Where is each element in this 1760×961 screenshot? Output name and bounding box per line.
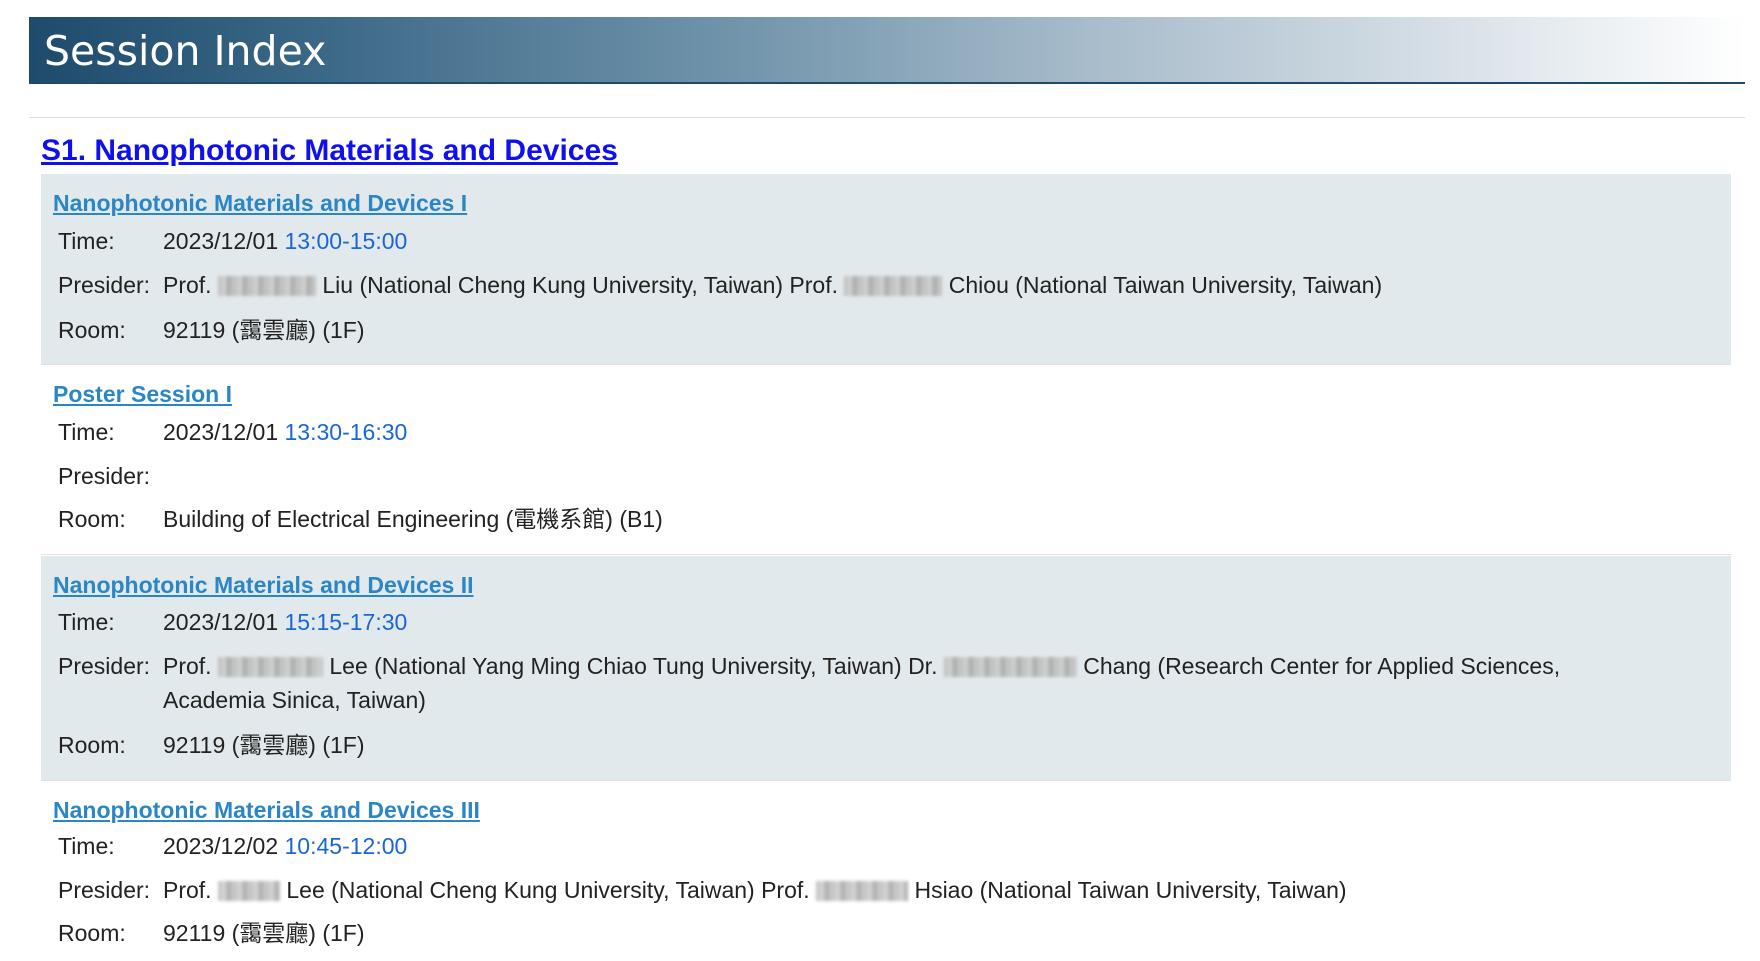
session-block: Poster Session I Time: 2023/12/01 13:30-… (41, 366, 1731, 555)
presider-value: Prof. Lee (National Yang Ming Chiao Tung… (163, 653, 1561, 713)
room-row: Room: 92119 (靄雲廳) (1F) (58, 916, 365, 950)
session-date: 2023/12/01 (163, 419, 279, 445)
time-row: Time: 2023/12/01 13:00-15:00 (58, 224, 407, 258)
presider-row: Presider: Prof. Lee (National Yang Ming … (58, 649, 1560, 713)
time-value: 2023/12/02 10:45-12:00 (163, 829, 407, 863)
page-title: Session Index (44, 27, 327, 75)
room-value: 92119 (靄雲廳) (1F) (163, 317, 365, 343)
room-label: Room: (58, 506, 126, 532)
presider-row: Presider: Prof. Liu (National Cheng Kung… (58, 268, 1382, 302)
session-block: Nanophotonic Materials and Devices III T… (41, 782, 1731, 961)
time-label: Time: (58, 228, 115, 254)
session-title-link[interactable]: Nanophotonic Materials and Devices I (53, 189, 467, 217)
presider-row: Presider: Prof. Lee (National Cheng Kung… (58, 873, 1347, 907)
room-value: 92119 (靄雲廳) (1F) (163, 732, 365, 758)
session-block: Nanophotonic Materials and Devices I Tim… (41, 174, 1731, 365)
page-banner: Session Index (29, 17, 1745, 84)
room-row: Room: 92119 (靄雲廳) (1F) (58, 313, 365, 347)
time-value: 2023/12/01 15:15-17:30 (163, 605, 407, 639)
time-row: Time: 2023/12/01 15:15-17:30 (58, 605, 407, 639)
session-title-link[interactable]: Nanophotonic Materials and Devices II (53, 571, 474, 599)
session-date: 2023/12/01 (163, 228, 279, 254)
redacted-name (217, 881, 280, 901)
room-value: Building of Electrical Engineering (電機系館… (163, 506, 663, 532)
room-label: Room: (58, 920, 126, 946)
presider-value: Prof. Liu (National Cheng Kung Universit… (163, 272, 1383, 298)
session-time-range: 15:15-17:30 (284, 609, 408, 635)
redacted-name (943, 657, 1077, 677)
room-row: Room: Building of Electrical Engineering… (58, 502, 663, 536)
time-row: Time: 2023/12/01 13:30-16:30 (58, 415, 407, 449)
redacted-name (816, 881, 909, 901)
presider-row: Presider: (58, 459, 163, 493)
divider (29, 117, 1745, 118)
session-date: 2023/12/01 (163, 609, 279, 635)
room-label: Room: (58, 732, 126, 758)
presider-label: Presider: (58, 463, 151, 489)
session-title-link[interactable]: Poster Session I (53, 380, 232, 408)
time-row: Time: 2023/12/02 10:45-12:00 (58, 829, 407, 863)
presider-value: Prof. Lee (National Cheng Kung Universit… (163, 877, 1347, 903)
section-link-s1[interactable]: S1. Nanophotonic Materials and Devices (41, 131, 618, 171)
time-value: 2023/12/01 13:30-16:30 (163, 415, 407, 449)
redacted-name (217, 657, 323, 677)
session-time-range: 13:30-16:30 (284, 419, 408, 445)
presider-label: Presider: (58, 272, 151, 298)
time-label: Time: (58, 419, 115, 445)
presider-label: Presider: (58, 877, 151, 903)
presider-label: Presider: (58, 653, 151, 679)
redacted-name (217, 276, 316, 296)
time-value: 2023/12/01 13:00-15:00 (163, 224, 407, 258)
room-value: 92119 (靄雲廳) (1F) (163, 920, 365, 946)
session-time-range: 10:45-12:00 (284, 833, 408, 859)
time-label: Time: (58, 833, 115, 859)
redacted-name (844, 276, 943, 296)
session-date: 2023/12/02 (163, 833, 279, 859)
time-label: Time: (58, 609, 115, 635)
session-block: Nanophotonic Materials and Devices II Ti… (41, 556, 1731, 781)
session-time-range: 13:00-15:00 (284, 228, 408, 254)
session-title-link[interactable]: Nanophotonic Materials and Devices III (53, 796, 480, 824)
room-label: Room: (58, 317, 126, 343)
room-row: Room: 92119 (靄雲廳) (1F) (58, 728, 365, 762)
